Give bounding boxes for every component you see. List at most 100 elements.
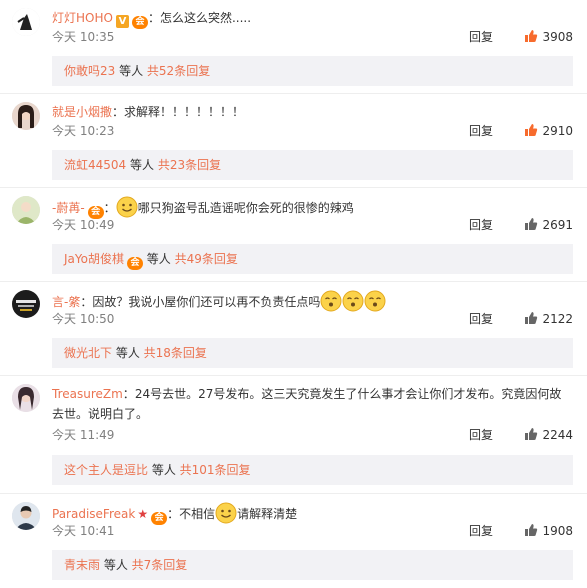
comment-meta: 今天 11:49 回复 2244 (52, 426, 573, 444)
sub-reply-user[interactable]: 青末雨 (64, 558, 100, 572)
comment-text: 因故？我说小屋你们还可以再不负责任点吗 (92, 295, 321, 309)
timestamp: 今天 10:23 (52, 124, 115, 138)
like-count: 2691 (542, 218, 573, 232)
sub-reply-count-link[interactable]: 共23条回复 (158, 158, 221, 172)
comment-content: 言-綮：因故？我说小屋你们还可以再不负责任点吗 (52, 290, 573, 312)
sub-reply-user[interactable]: 这个主人是逗比 (64, 463, 148, 477)
sub-replies-box[interactable]: JaYo胡俊棋会 等人 共49条回复 (52, 244, 573, 274)
reply-button[interactable]: 回复 (469, 310, 493, 328)
sub-replies-box[interactable]: 你敢吗23 等人 共52条回复 (52, 56, 573, 86)
timestamp: 今天 10:41 (52, 524, 115, 538)
like-button[interactable]: 2910 (524, 122, 573, 140)
reply-button[interactable]: 回复 (469, 522, 493, 540)
sub-reply-count-link[interactable]: 共7条回复 (132, 558, 188, 572)
like-count: 3908 (542, 30, 573, 44)
comment-content: TreasureZm：24号去世。27号发布。这三天究竟发生了什么事才会让你们才… (52, 384, 573, 424)
smiley-emoji-icon (320, 290, 342, 312)
sub-reply-user[interactable]: 流虹44504 (64, 158, 126, 172)
sub-reply-count-link[interactable]: 共18条回复 (144, 346, 207, 360)
avatar[interactable] (12, 8, 40, 36)
timestamp: 今天 10:50 (52, 312, 115, 326)
red-star-icon: ★ (137, 507, 149, 521)
comment-item: -蔚苒- 会 ： 哪只狗盗号乱造谣呢你会死的很惨的辣鸡 今天 10:49 回复 269… (0, 188, 587, 282)
comment-meta: 今天 10:35 回复 3908 (52, 28, 573, 46)
separator: ： (122, 387, 135, 401)
sub-reply-text: 等人 (112, 346, 144, 360)
comment-text: 怎么这么突然..... (159, 11, 252, 25)
comment-content: 就是小烟撒：求解释！！！！！！！ (52, 102, 573, 122)
username-link[interactable]: TreasureZm (52, 387, 123, 401)
thumbs-up-icon (525, 312, 538, 324)
separator: ： (103, 201, 116, 215)
comment-text-continued: 请解释清楚 (237, 507, 298, 521)
avatar[interactable] (12, 290, 40, 318)
member-badge-icon: 会 (126, 257, 143, 270)
verified-badge-icon: V (115, 15, 129, 28)
sub-reply-count-link[interactable]: 共52条回复 (147, 64, 210, 78)
like-button[interactable]: 3908 (524, 28, 573, 46)
reply-button[interactable]: 回复 (469, 122, 493, 140)
avatar[interactable] (12, 196, 40, 224)
like-button[interactable]: 2244 (524, 426, 573, 444)
reply-button[interactable]: 回复 (469, 28, 493, 46)
avatar[interactable] (12, 502, 40, 530)
username-link[interactable]: -蔚苒- (52, 201, 85, 215)
separator: ： (167, 507, 180, 521)
sub-replies-box[interactable]: 流虹44504 等人 共23条回复 (52, 150, 573, 180)
smiley-emoji-icon (342, 290, 364, 312)
comment-meta: 今天 10:23 回复 2910 (52, 122, 573, 140)
sub-reply-text: 等人 (126, 158, 158, 172)
comment-item: TreasureZm：24号去世。27号发布。这三天究竟发生了什么事才会让你们才… (0, 376, 587, 494)
sub-reply-user[interactable]: 微光北下 (64, 346, 112, 360)
username-link[interactable]: 就是小烟撒 (52, 105, 112, 119)
separator: ： (112, 105, 125, 119)
comment-text: 哪只狗盗号乱造谣呢你会死的很惨的辣鸡 (137, 201, 354, 215)
thumbs-up-icon (525, 124, 538, 136)
sub-replies-box[interactable]: 这个主人是逗比 等人 共101条回复 (52, 455, 573, 485)
thumbs-up-icon (525, 428, 538, 440)
sub-reply-text: 等人 (148, 463, 180, 477)
sub-replies-box[interactable]: 微光北下 等人 共18条回复 (52, 338, 573, 368)
smiley-emoji-icon (215, 502, 237, 524)
thumbs-up-icon (525, 218, 538, 230)
sub-reply-text: 等人 (100, 558, 132, 572)
comment-meta: 今天 10:50 回复 2122 (52, 310, 573, 328)
like-count: 1908 (542, 524, 573, 538)
comment-item: ParadiseFreak ★ 会：不相信 请解释清楚 今天 10:41 回复 190… (0, 494, 587, 588)
like-button[interactable]: 2122 (524, 310, 573, 328)
sub-replies-box[interactable]: 青末雨 等人 共7条回复 (52, 550, 573, 580)
separator: ： (80, 295, 93, 309)
comment-item: 言-綮：因故？我说小屋你们还可以再不负责任点吗 今天 10:50 回复 2122… (0, 282, 587, 376)
like-button[interactable]: 2691 (524, 216, 573, 234)
reply-button[interactable]: 回复 (469, 216, 493, 234)
comment-meta: 今天 10:41 回复 1908 (52, 522, 573, 540)
smiley-emoji-icon (364, 290, 386, 312)
reply-button[interactable]: 回复 (469, 426, 493, 444)
sub-reply-user[interactable]: JaYo胡俊棋 (64, 252, 124, 266)
sub-reply-count-link[interactable]: 共101条回复 (180, 463, 251, 477)
sub-reply-text: 等人 (142, 252, 175, 266)
like-count: 2244 (542, 428, 573, 442)
comment-item: 就是小烟撒：求解释！！！！！！！ 今天 10:23 回复 2910 流虹4450… (0, 94, 587, 188)
thumbs-up-icon (525, 30, 538, 42)
timestamp: 今天 10:49 (52, 218, 115, 232)
comment-meta: 今天 10:49 回复 2691 (52, 216, 573, 234)
sub-reply-user[interactable]: 你敢吗23 (64, 64, 115, 78)
username-link[interactable]: ParadiseFreak (52, 507, 135, 521)
comment-content: 灯灯HOHO V 会：怎么这么突然..... (52, 8, 573, 29)
comment-item: 灯灯HOHO V 会：怎么这么突然..... 今天 10:35 回复 3908 你敢… (0, 0, 587, 94)
username-link[interactable]: 灯灯HOHO (52, 11, 113, 25)
comment-text: 不相信 (179, 507, 216, 521)
avatar[interactable] (12, 102, 40, 130)
sub-reply-count-link[interactable]: 共49条回复 (175, 252, 238, 266)
username-link[interactable]: 言-綮 (52, 295, 80, 309)
comment-text: 求解释！！！！！！！ (124, 105, 245, 119)
separator: ： (147, 11, 160, 25)
timestamp: 今天 11:49 (52, 428, 115, 442)
avatar[interactable] (12, 384, 40, 412)
smiley-emoji-icon (116, 196, 138, 218)
like-button[interactable]: 1908 (524, 522, 573, 540)
timestamp: 今天 10:35 (52, 30, 115, 44)
thumbs-up-icon (525, 524, 538, 536)
like-count: 2122 (542, 312, 573, 326)
